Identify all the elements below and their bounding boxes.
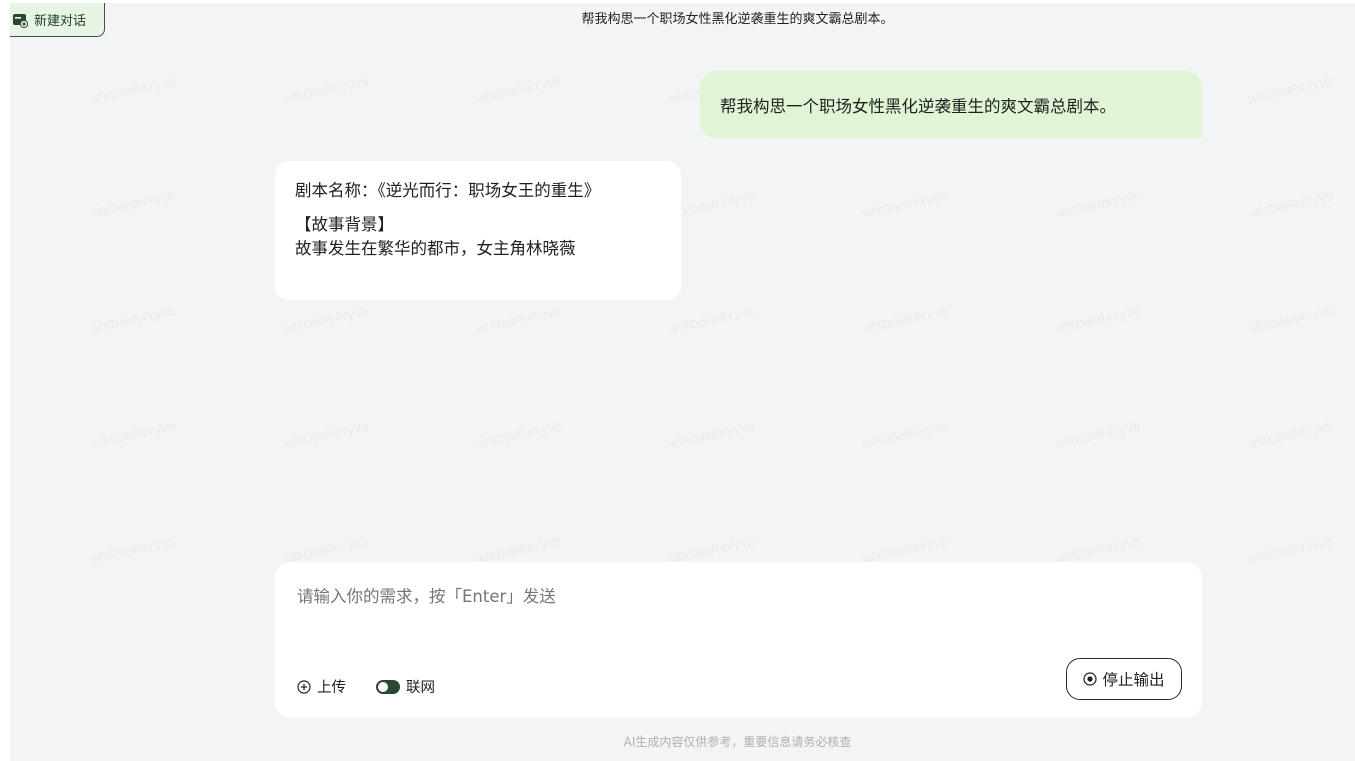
watermark-text: wfXDdeR4YyVb	[282, 304, 369, 336]
watermark-text: wfXDdeR4YyVb	[1247, 534, 1334, 566]
watermark-text: wfXDdeR4YyVb	[282, 419, 369, 451]
user-message-text: 帮我构思一个职场女性黑化逆袭重生的爽文霸总剧本。	[720, 96, 1116, 116]
watermark-text: wfXDdeR4YyVb	[475, 419, 562, 451]
new-chat-label: 新建对话	[34, 14, 87, 29]
message-input[interactable]	[295, 586, 1179, 607]
stop-circle-icon	[1083, 672, 1098, 686]
watermark-text: wfXDdeR4YyVb	[89, 74, 176, 106]
web-search-label: 联网	[406, 680, 435, 696]
watermark-text: wfXDdeR4YyVb	[668, 189, 755, 221]
watermark-text: wfXDdeR4YyVb	[89, 534, 176, 566]
assistant-message-bubble: 剧本名称：《逆光而行：职场女王的重生》 【故事背景】 故事发生在繁华的都市，女主…	[275, 161, 681, 300]
input-toolbar: 上传 联网	[297, 676, 435, 697]
watermark-text: wfXDdeR4YyVb	[1054, 304, 1141, 336]
watermark-text: wfXDdeR4YyVb	[1247, 419, 1334, 451]
watermark-text: wfXDdeR4YyVb	[89, 189, 176, 221]
assistant-section-heading: 【故事背景】	[295, 215, 394, 234]
watermark-text: wfXDdeR4YyVb	[475, 304, 562, 336]
stop-output-button[interactable]: 停止输出	[1066, 658, 1182, 700]
watermark-text: wfXDdeR4YyVb	[475, 74, 562, 106]
plus-circle-icon	[297, 679, 311, 694]
stop-output-label: 停止输出	[1102, 671, 1165, 689]
watermark-text: wfXDdeR4YyVb	[668, 304, 755, 336]
upload-button[interactable]: 上传	[297, 676, 346, 697]
toggle-icon	[376, 679, 400, 694]
assistant-script-title: 剧本名称：《逆光而行：职场女王的重生》	[295, 181, 601, 200]
app-root: wfXDdeR4YyVb wfXDdeR4YyVb wfXDdeR4YyVb wfXD…	[0, 0, 1355, 761]
watermark-text: wfXDdeR4YyVb	[1247, 74, 1334, 106]
watermark-text: wfXDdeR4YyVb	[668, 419, 755, 451]
watermark-text: wfXDdeR4YyVb	[861, 304, 948, 336]
page-title: 帮我构思一个职场女性黑化逆袭重生的爽文霸总剧本。	[581, 12, 894, 27]
user-message-bubble: 帮我构思一个职场女性黑化逆袭重生的爽文霸总剧本。	[700, 71, 1202, 138]
input-panel: 上传 联网 停止输出	[275, 562, 1202, 718]
disclaimer-note: AI生成内容仅供参考，重要信息请务必核查	[623, 735, 852, 749]
watermark-text: wfXDdeR4YyVb	[89, 304, 176, 336]
watermark-text: wfXDdeR4YyVb	[1054, 419, 1141, 451]
toggle-knob	[378, 681, 388, 692]
watermark-text: wfXDdeR4YyVb	[861, 419, 948, 451]
watermark-text: wfXDdeR4YyVb	[1054, 189, 1141, 221]
watermark-text: wfXDdeR4YyVb	[1247, 304, 1334, 336]
upload-label: 上传	[317, 680, 346, 696]
watermark-text: wfXDdeR4YyVb	[282, 74, 369, 106]
watermark-text: wfXDdeR4YyVb	[1247, 189, 1334, 221]
watermark-text: wfXDdeR4YyVb	[89, 419, 176, 451]
new-chat-button[interactable]: 新建对话	[10, 3, 105, 37]
watermark-text: wfXDdeR4YyVb	[861, 189, 948, 221]
new-chat-icon	[12, 12, 28, 28]
assistant-body-text: 故事发生在繁华的都市，女主角林晓薇	[295, 239, 576, 258]
web-search-toggle[interactable]: 联网	[376, 676, 435, 697]
